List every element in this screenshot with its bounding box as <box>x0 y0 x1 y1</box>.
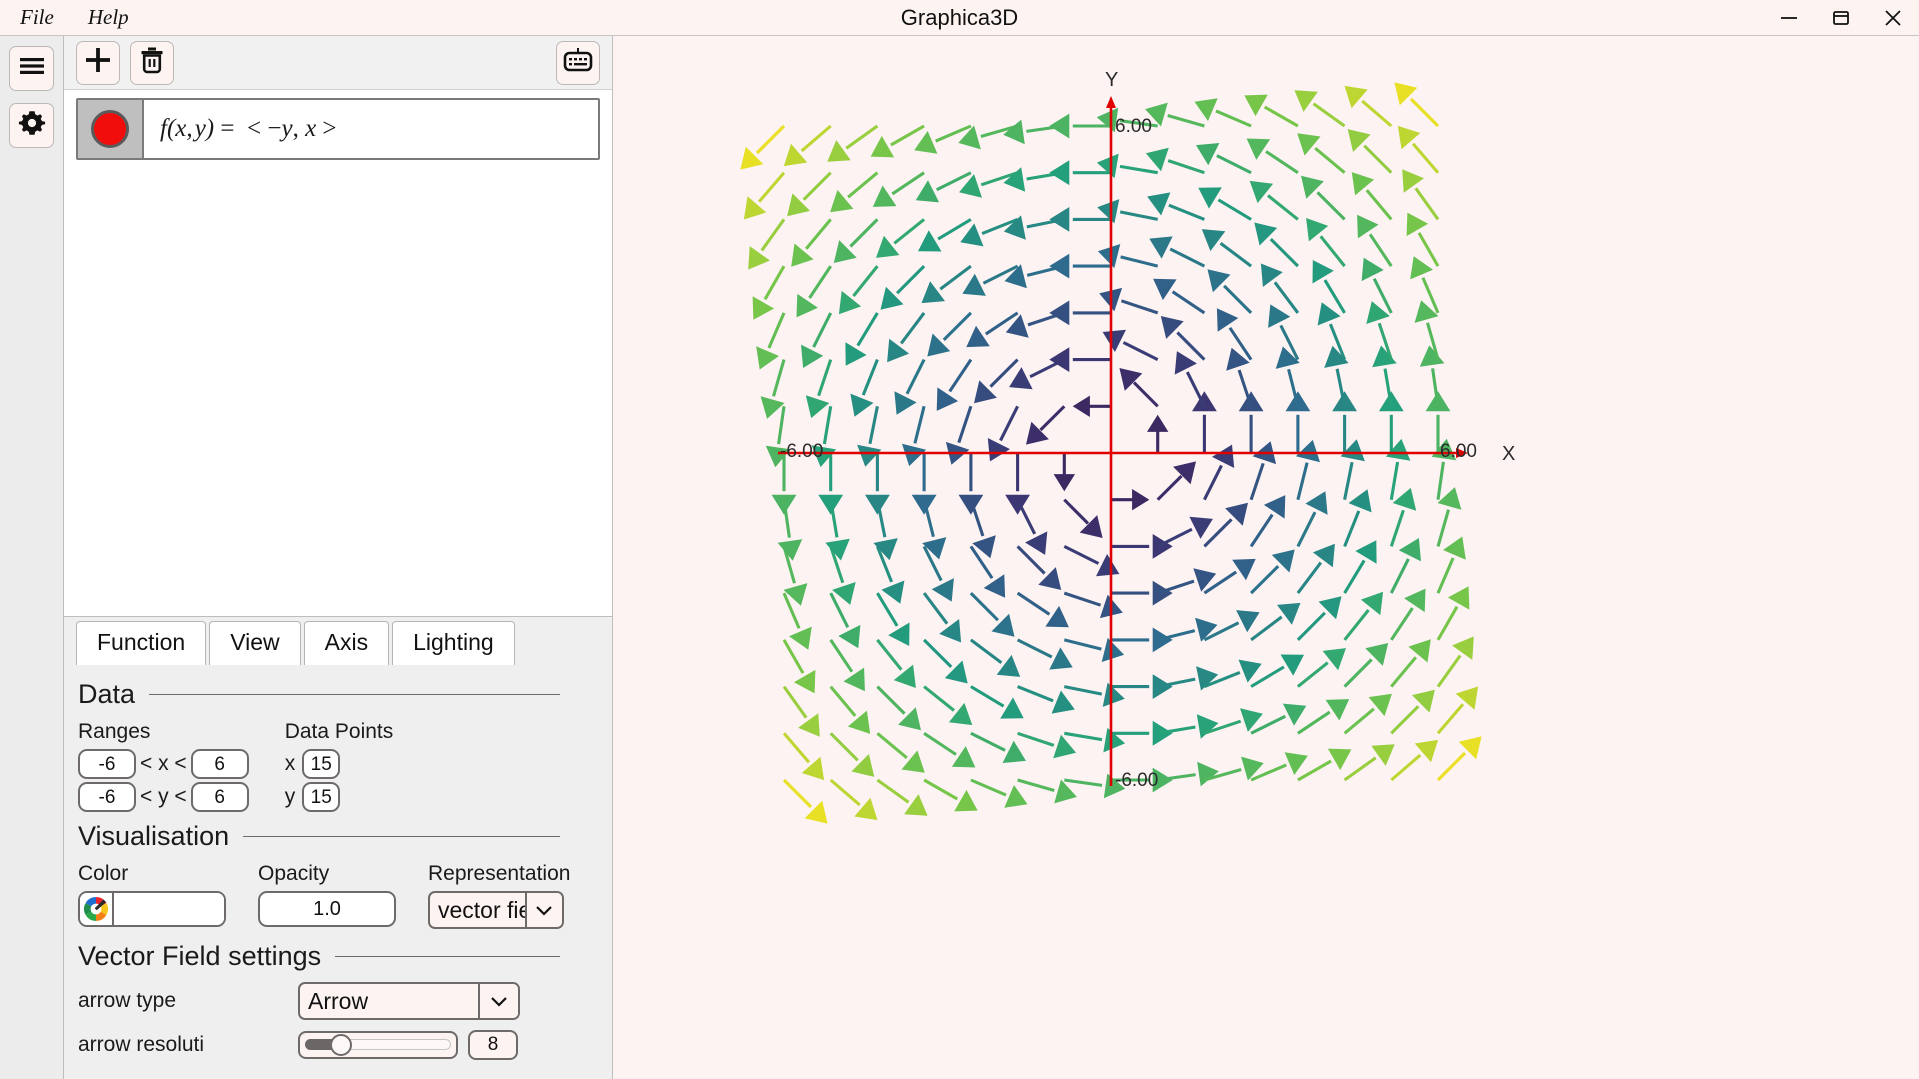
title-bar: File Help Graphica3D <box>0 0 1919 36</box>
tab-lighting[interactable]: Lighting <box>392 621 515 665</box>
vector-field-section-title: Vector Field settings <box>78 941 322 971</box>
slider-handle[interactable] <box>330 1034 352 1056</box>
color-group: Color <box>78 862 226 929</box>
svg-text:6.00: 6.00 <box>1440 441 1477 462</box>
plot-canvas: 6.00 -6.00 6.00 -6.00 X Y <box>740 69 1515 824</box>
y-points-input[interactable]: 15 <box>302 781 341 812</box>
hamburger-menu-icon <box>18 55 46 82</box>
gear-icon <box>18 109 46 142</box>
window-title: Graphica3D <box>900 4 1019 30</box>
x-range-row: -6 < x < 6 <box>78 747 249 780</box>
data-section-header: Data <box>78 679 612 710</box>
minimize-button[interactable] <box>1763 0 1815 36</box>
window-controls <box>1763 0 1919 36</box>
function-list: f (x, y) = < − y, x > <box>64 90 612 617</box>
arrow-type-select[interactable]: Arrow <box>298 982 520 1020</box>
vector-field-section: Vector Field settings arrow type Arrow a… <box>78 941 612 1060</box>
icon-rail <box>0 36 64 1079</box>
color-value-swatch <box>114 893 224 925</box>
chevron-down-icon[interactable] <box>478 984 518 1018</box>
color-wheel-icon <box>80 893 114 925</box>
x-min-input[interactable]: -6 <box>78 748 136 779</box>
visualisation-section-body: Color Opacity 1.0 Representation vector … <box>78 862 612 929</box>
x-points-row: x 15 <box>285 747 394 780</box>
data-section-title: Data <box>78 679 136 709</box>
x-points-label: x <box>284 751 296 775</box>
opacity-input[interactable]: 1.0 <box>258 891 396 927</box>
section-divider <box>149 694 560 695</box>
x-max-input[interactable]: 6 <box>190 748 249 779</box>
data-points-group: Data Points x 15 y 15 <box>284 720 394 813</box>
sidebar-settings-button[interactable] <box>9 103 54 148</box>
menu-bar: File Help <box>0 7 129 28</box>
svg-text:6.00: 6.00 <box>1115 116 1152 137</box>
visualisation-section-title: Visualisation <box>78 821 230 851</box>
arrow-resolution-value[interactable]: 8 <box>468 1030 518 1060</box>
ranges-group: Ranges -6 < x < 6 -6 < y < 6 <box>78 720 249 813</box>
tab-function[interactable]: Function <box>76 621 207 665</box>
arrow-type-label: arrow type <box>78 989 177 1012</box>
keyboard-button[interactable] <box>556 40 600 85</box>
chevron-down-icon[interactable] <box>524 893 562 927</box>
opacity-label: Opacity <box>258 862 330 885</box>
section-divider <box>335 956 560 957</box>
function-color-dot <box>91 110 129 148</box>
y-range-operator: < y < <box>140 784 187 808</box>
y-range-row: -6 < y < 6 <box>78 780 249 813</box>
y-max-input[interactable]: 6 <box>190 781 249 812</box>
ranges-label: Ranges <box>78 720 151 743</box>
trash-icon <box>139 46 165 79</box>
left-panel: f (x, y) = < − y, x > Function View Axis L… <box>64 36 613 1079</box>
visualisation-section-header: Visualisation <box>78 821 612 852</box>
function-expression[interactable]: f (x, y) = < − y, x > <box>144 100 598 158</box>
menu-file[interactable]: File <box>20 7 54 28</box>
maximize-button[interactable] <box>1815 0 1867 36</box>
tab-view[interactable]: View <box>209 621 301 665</box>
sidebar-menu-button[interactable] <box>9 46 54 91</box>
section-divider <box>243 836 560 837</box>
panel-tabs: Function View Axis Lighting <box>64 617 612 665</box>
color-picker[interactable] <box>78 891 226 927</box>
representation-select[interactable]: vector fie <box>428 891 564 929</box>
vector-field-plot[interactable]: 6.00 -6.00 6.00 -6.00 X Y <box>613 36 1919 1079</box>
keyboard-icon <box>563 47 593 78</box>
data-section-body: Ranges -6 < x < 6 -6 < y < 6 Data Points <box>78 720 612 813</box>
color-label: Color <box>78 862 129 885</box>
delete-function-button[interactable] <box>130 40 174 85</box>
arrow-resolution-row: arrow resoluti 8 <box>78 1030 612 1060</box>
arrow-type-value: Arrow <box>308 987 369 1014</box>
y-points-label: y <box>284 784 296 808</box>
vector-field-section-header: Vector Field settings <box>78 941 612 972</box>
arrow-type-row: arrow type Arrow <box>78 982 612 1020</box>
svg-text:-6.00: -6.00 <box>1115 770 1158 791</box>
svg-text:Y: Y <box>1105 69 1118 91</box>
function-row[interactable]: f (x, y) = < − y, x > <box>76 98 600 160</box>
y-points-row: y 15 <box>285 780 394 813</box>
settings-content: Data Ranges -6 < x < 6 -6 < y < 6 Data P… <box>64 665 612 1079</box>
menu-help[interactable]: Help <box>88 7 129 28</box>
function-color-button[interactable] <box>78 100 144 158</box>
function-toolbar <box>64 36 612 90</box>
plus-icon <box>83 45 113 80</box>
y-min-input[interactable]: -6 <box>78 781 136 812</box>
representation-label: Representation <box>428 862 571 885</box>
opacity-group: Opacity 1.0 <box>258 862 396 929</box>
add-function-button[interactable] <box>76 40 120 85</box>
data-points-label: Data Points <box>284 720 394 743</box>
representation-group: Representation vector fie <box>428 862 570 929</box>
main-body: f (x, y) = < − y, x > Function View Axis L… <box>0 36 1919 1079</box>
arrow-resolution-label: arrow resoluti <box>78 1033 205 1056</box>
representation-value: vector fie <box>438 896 525 923</box>
arrow-resolution-slider[interactable] <box>298 1031 458 1059</box>
close-button[interactable] <box>1867 0 1919 36</box>
tab-axis[interactable]: Axis <box>303 621 390 665</box>
arrow-resolution-control: 8 <box>298 1030 518 1060</box>
svg-text:-6.00: -6.00 <box>780 441 823 462</box>
x-range-operator: < x < <box>140 751 187 775</box>
x-points-input[interactable]: 15 <box>302 748 341 779</box>
svg-text:X: X <box>1502 443 1515 465</box>
